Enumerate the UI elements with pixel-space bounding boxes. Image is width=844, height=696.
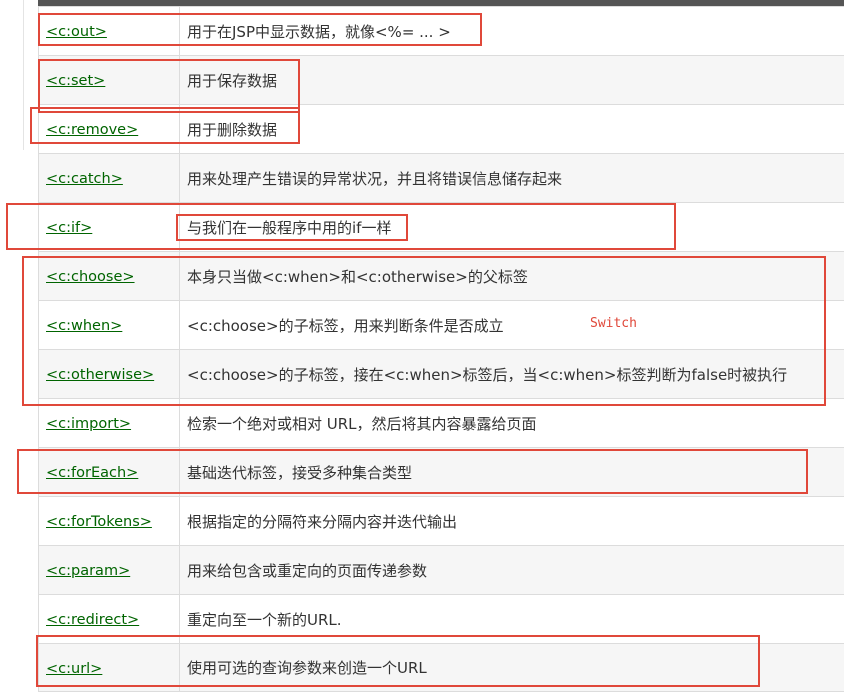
tag-cell: <c:set> (38, 55, 180, 105)
table-row: <c:choose> 本身只当做<c:when>和<c:otherwise>的父… (38, 251, 844, 301)
page: <c:out> 用于在JSP中显示数据，就像<%= ... > <c:set> … (0, 0, 844, 696)
tag-link-c-set[interactable]: <c:set> (46, 73, 105, 89)
table-row: <c:otherwise> <c:choose>的子标签，接在<c:when>标… (38, 349, 844, 399)
tag-cell: <c:out> (38, 6, 180, 56)
desc-cell: 基础迭代标签，接受多种集合类型 (179, 447, 844, 497)
tag-cell: <c:param> (38, 545, 180, 595)
tag-link-c-remove[interactable]: <c:remove> (46, 122, 138, 138)
desc-cell: 根据指定的分隔符来分隔内容并迭代输出 (179, 496, 844, 546)
jstl-core-tags-table: <c:out> 用于在JSP中显示数据，就像<%= ... > <c:set> … (38, 6, 844, 692)
table-row: <c:set> 用于保存数据 (38, 55, 844, 105)
tag-link-c-fortokens[interactable]: <c:forTokens> (46, 514, 152, 530)
tag-cell: <c:remove> (38, 104, 180, 154)
desc-cell: <c:choose>的子标签，接在<c:when>标签后，当<c:when>标签… (179, 349, 844, 399)
table-row: <c:when> <c:choose>的子标签，用来判断条件是否成立 (38, 300, 844, 350)
tag-link-c-redirect[interactable]: <c:redirect> (46, 612, 139, 628)
switch-annotation: Switch (590, 316, 637, 331)
desc-cell: <c:choose>的子标签，用来判断条件是否成立 (179, 300, 844, 350)
tag-cell: <c:forTokens> (38, 496, 180, 546)
tag-link-c-if[interactable]: <c:if> (46, 220, 92, 236)
table-row: <c:catch> 用来处理产生错误的异常状况，并且将错误信息储存起来 (38, 153, 844, 203)
table-row: <c:forTokens> 根据指定的分隔符来分隔内容并迭代输出 (38, 496, 844, 546)
desc-cell: 使用可选的查询参数来创造一个URL (179, 643, 844, 692)
tag-cell: <c:import> (38, 398, 180, 448)
table-row: <c:param> 用来给包含或重定向的页面传递参数 (38, 545, 844, 595)
tag-cell: <c:when> (38, 300, 180, 350)
tag-link-c-otherwise[interactable]: <c:otherwise> (46, 367, 154, 383)
tag-link-c-when[interactable]: <c:when> (46, 318, 122, 334)
tag-cell: <c:choose> (38, 251, 180, 301)
desc-cell: 与我们在一般程序中用的if一样 (179, 202, 844, 252)
tag-cell: <c:otherwise> (38, 349, 180, 399)
tag-link-c-param[interactable]: <c:param> (46, 563, 130, 579)
table-row: <c:out> 用于在JSP中显示数据，就像<%= ... > (38, 6, 844, 56)
tag-link-c-out[interactable]: <c:out> (46, 24, 107, 40)
tag-link-c-choose[interactable]: <c:choose> (46, 269, 135, 285)
tag-cell: <c:catch> (38, 153, 180, 203)
tag-cell: <c:redirect> (38, 594, 180, 644)
tag-link-c-import[interactable]: <c:import> (46, 416, 131, 432)
desc-cell: 用于在JSP中显示数据，就像<%= ... > (179, 6, 844, 56)
table-row: <c:redirect> 重定向至一个新的URL. (38, 594, 844, 644)
table-row: <c:remove> 用于删除数据 (38, 104, 844, 154)
desc-cell: 用来处理产生错误的异常状况，并且将错误信息储存起来 (179, 153, 844, 203)
tag-cell: <c:forEach> (38, 447, 180, 497)
desc-cell: 用于保存数据 (179, 55, 844, 105)
tag-link-c-foreach[interactable]: <c:forEach> (46, 465, 138, 481)
desc-cell: 用于删除数据 (179, 104, 844, 154)
left-divider (23, 0, 24, 150)
tag-link-c-catch[interactable]: <c:catch> (46, 171, 123, 187)
tag-cell: <c:if> (38, 202, 180, 252)
desc-cell: 重定向至一个新的URL. (179, 594, 844, 644)
desc-cell: 本身只当做<c:when>和<c:otherwise>的父标签 (179, 251, 844, 301)
tag-cell: <c:url> (38, 643, 180, 692)
tag-link-c-url[interactable]: <c:url> (46, 661, 102, 677)
table-row: <c:if> 与我们在一般程序中用的if一样 (38, 202, 844, 252)
desc-cell: 检索一个绝对或相对 URL，然后将其内容暴露给页面 (179, 398, 844, 448)
table-row: <c:forEach> 基础迭代标签，接受多种集合类型 (38, 447, 844, 497)
desc-cell: 用来给包含或重定向的页面传递参数 (179, 545, 844, 595)
table-row: <c:import> 检索一个绝对或相对 URL，然后将其内容暴露给页面 (38, 398, 844, 448)
table-row: <c:url> 使用可选的查询参数来创造一个URL (38, 643, 844, 692)
